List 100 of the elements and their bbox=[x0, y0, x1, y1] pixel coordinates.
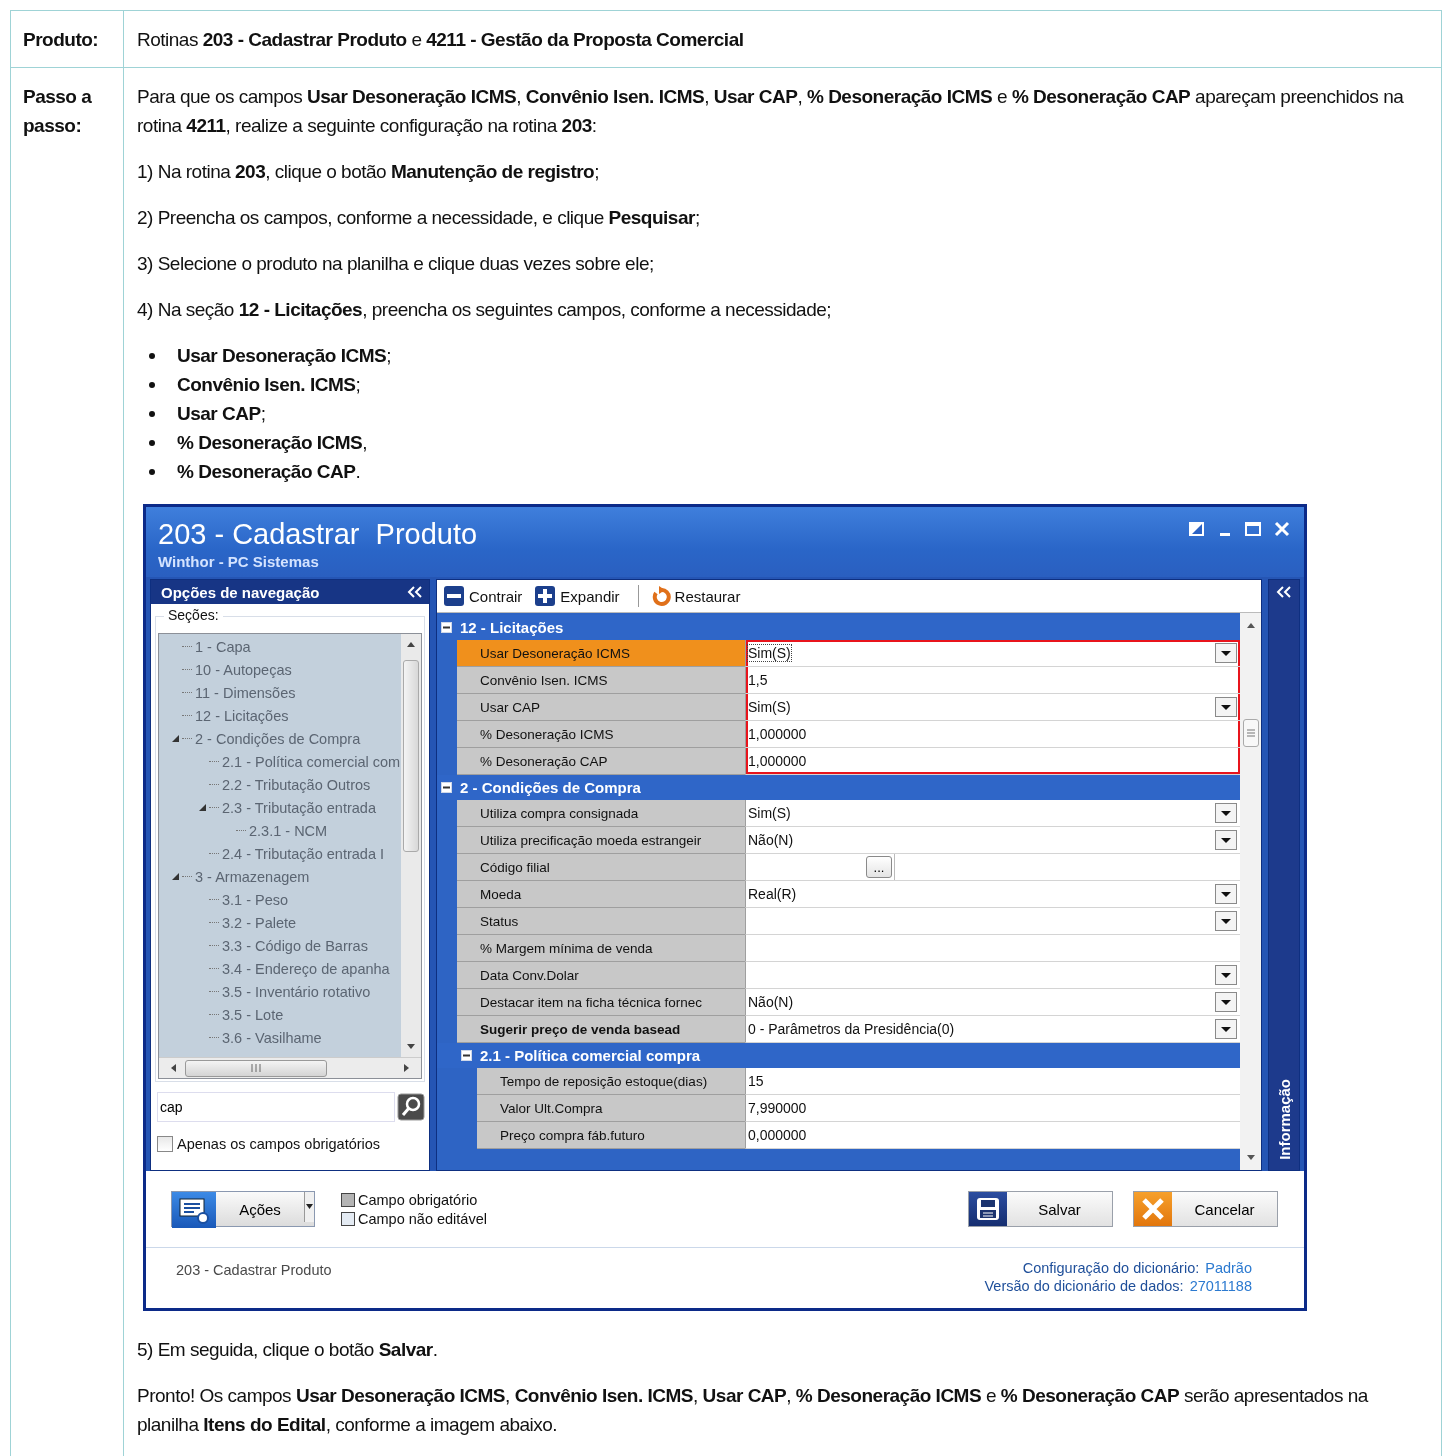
field-value[interactable] bbox=[745, 962, 1240, 989]
field-value[interactable]: 15 bbox=[745, 1068, 1240, 1095]
field-value[interactable]: Sim(S) bbox=[745, 694, 1240, 721]
tree-item[interactable]: 2.1 - Política comercial com bbox=[222, 753, 401, 770]
collapse-panel-icon[interactable] bbox=[407, 586, 423, 598]
collapse-button[interactable]: Contrair bbox=[443, 585, 529, 607]
tree-item[interactable]: 2.4 - Tributação entrada I bbox=[222, 845, 384, 862]
status-value: Padrão bbox=[1205, 1260, 1252, 1276]
collapse-icon[interactable] bbox=[441, 622, 452, 633]
field-label[interactable]: Valor Ult.Compra bbox=[477, 1095, 745, 1122]
tree-item[interactable]: 3.5 - Lote bbox=[222, 1006, 284, 1023]
dropdown-icon[interactable] bbox=[1215, 1019, 1237, 1039]
tree-item[interactable]: 1 - Capa bbox=[195, 638, 251, 655]
field-value[interactable]: 0 - Parâmetros da Presidência(0) bbox=[745, 1016, 1240, 1043]
field-value[interactable]: 1,000000 bbox=[745, 721, 1240, 748]
field-value[interactable]: 0,000000 bbox=[745, 1122, 1240, 1149]
tree-item[interactable]: 12 - Licitações bbox=[195, 707, 289, 724]
field-label[interactable]: Data Conv.Dolar bbox=[457, 962, 745, 989]
dropdown-icon[interactable] bbox=[1215, 697, 1237, 717]
field-value[interactable] bbox=[745, 908, 1240, 935]
scroll-left-icon[interactable] bbox=[169, 1063, 177, 1073]
scroll-right-icon[interactable] bbox=[403, 1063, 411, 1073]
tree-item[interactable]: 3.1 - Peso bbox=[222, 891, 289, 908]
save-button[interactable]: Salvar bbox=[968, 1191, 1113, 1227]
field-value[interactable]: 1,000000 bbox=[745, 748, 1240, 775]
side-tab[interactable]: Informação bbox=[1275, 1079, 1293, 1160]
tree-item[interactable]: 3.2 - Palete bbox=[222, 914, 297, 931]
expand-icon[interactable] bbox=[198, 803, 207, 812]
tree-item[interactable]: 2.3 - Tributação entrada bbox=[222, 799, 376, 816]
field-label[interactable]: Utiliza compra consignada bbox=[457, 800, 745, 827]
scrollbar[interactable] bbox=[159, 1057, 421, 1078]
scroll-up-icon[interactable] bbox=[406, 640, 416, 648]
field-value[interactable]: Sim(S) bbox=[745, 800, 1240, 827]
tree-item[interactable]: 3.4 - Endereço de apanha bbox=[222, 960, 390, 977]
field-label[interactable]: % Desoneração CAP bbox=[457, 748, 745, 775]
scroll-down-icon[interactable] bbox=[1245, 1154, 1256, 1162]
field-label[interactable]: Usar Desoneração ICMS bbox=[457, 640, 745, 667]
field-label[interactable]: Utiliza precificação moeda estrangeir bbox=[457, 827, 745, 854]
dropdown-icon[interactable] bbox=[1215, 965, 1237, 985]
field-value[interactable]: Real(R) bbox=[745, 881, 1240, 908]
field-label[interactable]: Tempo de reposição estoque(dias) bbox=[477, 1068, 745, 1095]
tree-item[interactable]: 2 - Condições de Compra bbox=[195, 730, 361, 747]
field-value[interactable]: Sim(S) bbox=[745, 640, 1240, 667]
field-value[interactable]: 7,990000 bbox=[745, 1095, 1240, 1122]
field-label[interactable]: Usar CAP bbox=[457, 694, 745, 721]
field-value[interactable]: Não(N) bbox=[745, 827, 1240, 854]
search-field[interactable]: cap bbox=[157, 1092, 395, 1122]
dropdown-icon[interactable] bbox=[1215, 911, 1237, 931]
scroll-thumb[interactable] bbox=[1242, 719, 1259, 747]
dropdown-icon[interactable] bbox=[1215, 830, 1237, 850]
field-label[interactable]: % Desoneração ICMS bbox=[457, 721, 745, 748]
lookup-button[interactable]: ... bbox=[866, 856, 892, 878]
scroll-thumb[interactable] bbox=[185, 1059, 327, 1077]
close-icon[interactable] bbox=[1274, 521, 1290, 537]
field-label[interactable]: Moeda bbox=[457, 881, 745, 908]
dropdown-icon[interactable] bbox=[1215, 803, 1237, 823]
caret-icon[interactable] bbox=[304, 1192, 314, 1222]
dropdown-icon[interactable] bbox=[1215, 884, 1237, 904]
collapse-icon[interactable] bbox=[441, 782, 452, 793]
field-label[interactable]: Convênio Isen. ICMS bbox=[457, 667, 745, 694]
tree-item[interactable]: 3.3 - Código de Barras bbox=[222, 937, 368, 954]
tree-item[interactable]: 11 - Dimensões bbox=[195, 684, 296, 701]
scrollbar[interactable] bbox=[1240, 613, 1261, 1170]
field-value[interactable]: 1,5 bbox=[745, 667, 1240, 694]
scroll-thumb[interactable] bbox=[403, 660, 419, 852]
expand-button[interactable]: Expandir bbox=[534, 585, 626, 607]
tree-item[interactable]: 2.2 - Tributação Outros bbox=[222, 776, 371, 793]
tree-item[interactable]: 3.6 - Vasilhame bbox=[222, 1029, 322, 1046]
tree-item[interactable]: 3.5 - Inventário rotativo bbox=[222, 983, 371, 1000]
close-icon bbox=[1134, 1192, 1172, 1226]
expand-panel-icon[interactable] bbox=[1276, 586, 1292, 598]
dropdown-icon[interactable] bbox=[1215, 643, 1237, 663]
dropdown-icon[interactable] bbox=[1215, 992, 1237, 1012]
search-icon[interactable] bbox=[397, 1093, 425, 1121]
collapse-icon[interactable] bbox=[461, 1050, 472, 1061]
scroll-up-icon[interactable] bbox=[1245, 621, 1256, 629]
tree-item[interactable]: 2.3.1 - NCM bbox=[249, 822, 328, 839]
field-value[interactable]: ... bbox=[745, 854, 1240, 881]
field-label[interactable]: Preço compra fáb.futuro bbox=[477, 1122, 745, 1149]
tree-item[interactable]: 3 - Armazenagem bbox=[195, 868, 310, 885]
field-label[interactable]: Código filial bbox=[457, 854, 745, 881]
expand-icon[interactable] bbox=[171, 734, 180, 743]
scrollbar[interactable] bbox=[401, 634, 421, 1057]
edit-icon[interactable] bbox=[1188, 521, 1206, 537]
field-label[interactable]: Destacar item na ficha técnica fornec bbox=[457, 989, 745, 1016]
status-label: Configuração do dicionário: bbox=[1022, 1260, 1200, 1276]
cancel-button[interactable]: Cancelar bbox=[1133, 1191, 1278, 1227]
field-label[interactable]: % Margem mínima de venda bbox=[457, 935, 745, 962]
field-label[interactable]: Sugerir preço de venda basead bbox=[457, 1016, 745, 1043]
field-value[interactable]: Não(N) bbox=[745, 989, 1240, 1016]
checkbox[interactable] bbox=[157, 1136, 173, 1152]
field-value[interactable] bbox=[745, 935, 1240, 962]
maximize-icon[interactable] bbox=[1244, 521, 1262, 537]
scroll-down-icon[interactable] bbox=[406, 1043, 416, 1051]
actions-button[interactable]: Ações bbox=[171, 1191, 315, 1227]
tree-item[interactable]: 10 - Autopeças bbox=[195, 661, 292, 678]
restore-button[interactable]: Restaurar bbox=[650, 585, 747, 607]
value-text: 15 bbox=[748, 1073, 764, 1089]
expand-icon[interactable] bbox=[171, 872, 180, 881]
field-label[interactable]: Status bbox=[457, 908, 745, 935]
